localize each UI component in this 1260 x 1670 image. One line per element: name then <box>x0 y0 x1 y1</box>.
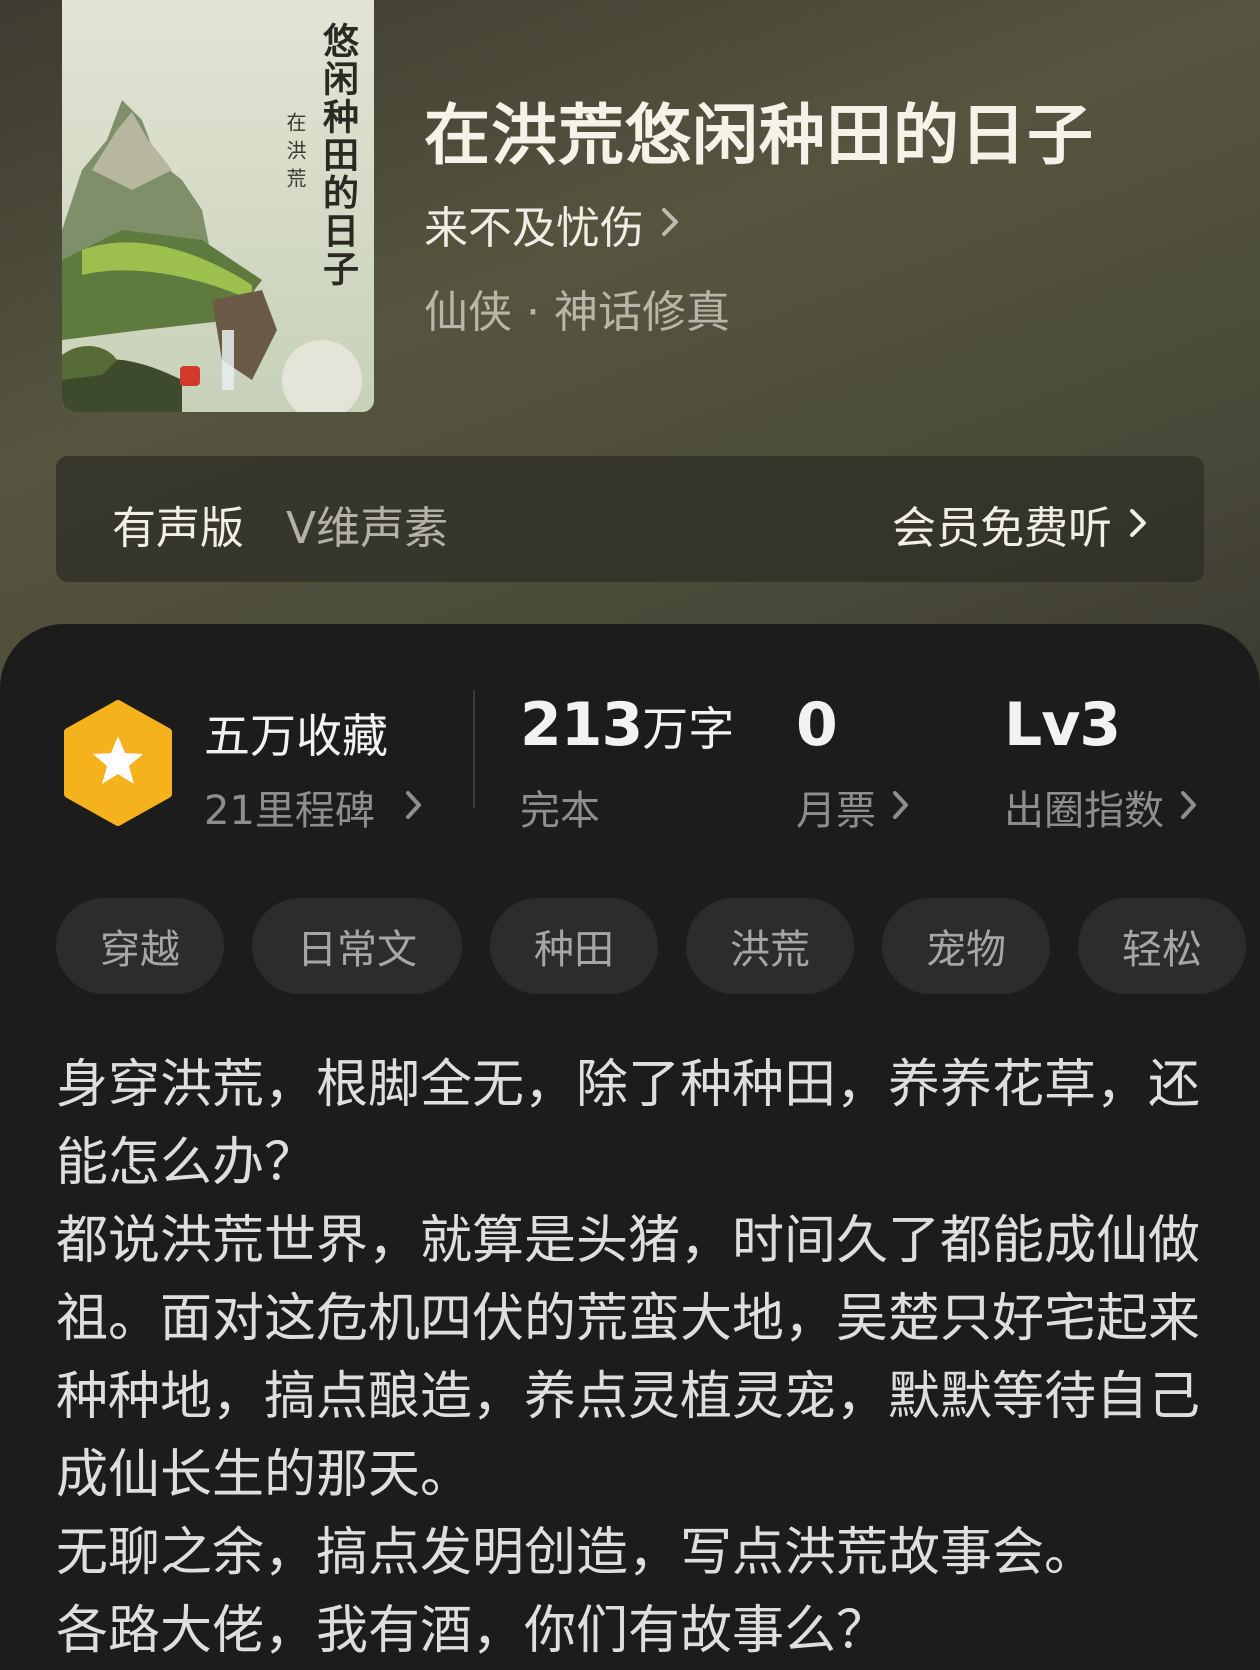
tag-list: 穿越 日常文 种田 洪荒 宠物 轻松 <box>56 898 1246 994</box>
description-paragraph: 无聊之余，搞点发明创造，写点洪荒故事会。 <box>56 1523 1097 1583</box>
star-hexagon-icon[interactable] <box>62 700 174 830</box>
monthly-votes-number: 0 <box>796 690 838 760</box>
cover-title: 悠闲种田的日子 <box>317 22 359 288</box>
cover-subtitle: 在洪荒 <box>283 112 307 196</box>
word-count-unit: 万字 <box>642 702 735 756</box>
favorites-count[interactable]: 五万收藏 <box>204 700 388 766</box>
popularity-index-label: 出圈指数 <box>1004 788 1164 834</box>
description-paragraph: 各路大佬，我有酒，你们有故事么？ <box>56 1601 889 1661</box>
tag-chip[interactable]: 穿越 <box>56 898 224 994</box>
audio-label: 有声版 <box>112 503 244 554</box>
popularity-level-value: Lv3 <box>1004 690 1121 760</box>
tag-chip[interactable]: 宠物 <box>882 898 1050 994</box>
tag-chip[interactable]: 种田 <box>490 898 658 994</box>
chevron-right-icon <box>892 784 910 830</box>
monthly-votes-link[interactable]: 月票 <box>796 778 910 836</box>
description-paragraph: 身穿洪荒，根脚全无，除了种种田，养养花草，还能怎么办？ <box>56 1055 1201 1193</box>
book-cover[interactable]: 悠闲种田的日子 在洪荒 <box>62 0 374 412</box>
author-link[interactable]: 来不及忧伤 <box>424 192 680 256</box>
genre-label[interactable]: 仙侠 · 神话修真 <box>424 276 730 340</box>
completion-status: 完本 <box>520 788 600 834</box>
chevron-right-icon <box>1180 784 1198 830</box>
tag-chip[interactable]: 洪荒 <box>686 898 854 994</box>
listen-free-button[interactable]: 会员免费听 <box>892 492 1148 556</box>
milestones-link[interactable]: 21里程碑 <box>204 778 423 836</box>
author-name: 来不及忧伤 <box>424 203 644 254</box>
popularity-level: Lv3 <box>1004 690 1121 760</box>
monthly-votes-label: 月票 <box>796 788 876 834</box>
word-count-number: 213 <box>520 690 643 760</box>
audio-narrator: V维声素 <box>286 503 449 554</box>
listen-free-label: 会员免费听 <box>892 503 1112 554</box>
milestones-label: 21里程碑 <box>204 788 375 834</box>
book-description[interactable]: 身穿洪荒，根脚全无，除了种种田，养养花草，还能怎么办？ 都说洪荒世界，就算是头猪… <box>56 1046 1206 1670</box>
tag-chip[interactable]: 轻松 <box>1078 898 1246 994</box>
chevron-right-icon <box>405 784 423 830</box>
publisher-logo-icon <box>180 366 200 386</box>
stats-divider <box>473 690 475 808</box>
tag-chip[interactable]: 日常文 <box>252 898 462 994</box>
word-count: 213万字 <box>520 690 734 760</box>
audio-version-bar[interactable]: 有声版 V维声素 会员免费听 <box>56 456 1204 582</box>
chevron-right-icon <box>660 206 680 242</box>
book-title: 在洪荒悠闲种田的日子 <box>424 96 1094 174</box>
monthly-votes-count: 0 <box>796 690 838 760</box>
chevron-right-icon <box>1128 499 1148 550</box>
description-paragraph: 都说洪荒世界，就算是头猪，时间久了都能成仙做祖。面对这危机四伏的荒蛮大地，吴楚只… <box>56 1211 1201 1505</box>
popularity-index-link[interactable]: 出圈指数 <box>1004 778 1198 836</box>
